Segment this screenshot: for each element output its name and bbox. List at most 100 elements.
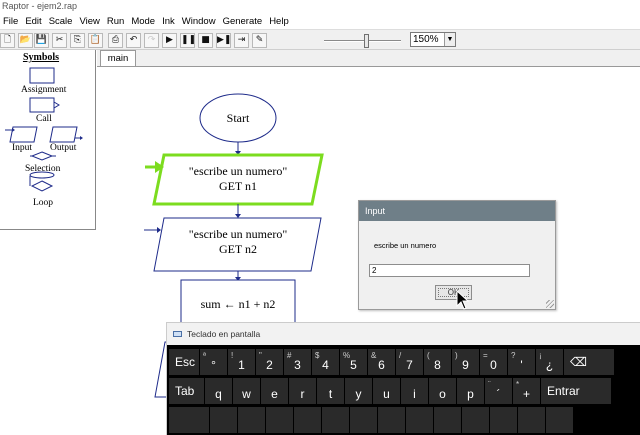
input-1-prompt: "escribe un numero" xyxy=(189,164,288,178)
key-1[interactable]: ! 1 xyxy=(228,349,255,375)
keyboard-keys: Esc ª °! 1 " 2 #3 $4% 5 & 6/7(8) 9 = 0? ' ¡ ¿ ⌫ Tab q w e r t y u… xyxy=(167,345,640,435)
menu-view[interactable]: View xyxy=(76,14,103,29)
menu-scale[interactable]: Scale xyxy=(46,14,77,29)
resize-grip-icon[interactable] xyxy=(546,300,554,308)
key[interactable] xyxy=(169,407,209,433)
key[interactable] xyxy=(238,407,265,433)
selection-symbol-icon[interactable] xyxy=(30,151,56,161)
key-¿[interactable]: ¡ ¿ xyxy=(536,349,563,375)
menu-file[interactable]: File xyxy=(0,14,22,29)
key-t[interactable]: t xyxy=(317,378,344,404)
speed-slider-thumb[interactable] xyxy=(364,34,369,48)
menu-mode[interactable]: Mode xyxy=(128,14,159,29)
menu-ink[interactable]: Ink xyxy=(159,14,179,29)
key-label: Entrar xyxy=(547,384,580,398)
menu-edit[interactable]: Edit xyxy=(22,14,45,29)
key-o[interactable]: o xyxy=(429,378,456,404)
paste-icon[interactable]: 📋 xyxy=(88,33,103,48)
selection-label: Selection xyxy=(25,164,61,174)
step-icon[interactable]: ▶❚ xyxy=(216,33,231,48)
key-9[interactable]: ) 9 xyxy=(452,349,479,375)
key-e[interactable]: e xyxy=(261,378,288,404)
connector-arrow xyxy=(235,214,241,218)
key-7[interactable]: /7 xyxy=(396,349,423,375)
key[interactable] xyxy=(406,407,433,433)
dialog-input-field[interactable]: 2 xyxy=(369,264,530,277)
tab-main[interactable]: main xyxy=(100,50,136,66)
key[interactable] xyxy=(462,407,489,433)
key-0[interactable]: = 0 xyxy=(480,349,507,375)
key-4[interactable]: $4 xyxy=(312,349,339,375)
key[interactable] xyxy=(294,407,321,433)
call-symbol-icon[interactable] xyxy=(29,97,55,113)
assignment-label: Assignment xyxy=(21,85,67,95)
stop-icon[interactable]: ■ xyxy=(198,33,213,48)
menu-generate[interactable]: Generate xyxy=(220,14,267,29)
chevron-down-icon[interactable]: ▼ xyxy=(444,33,455,46)
input-symbol-icon[interactable] xyxy=(5,126,38,143)
assignment-symbol-icon[interactable] xyxy=(29,67,55,84)
key[interactable] xyxy=(490,407,517,433)
dialog-prompt: escribe un numero xyxy=(374,241,437,250)
key-i[interactable]: i xyxy=(401,378,428,404)
key-Tab[interactable]: Tab xyxy=(169,378,204,404)
key-5[interactable]: % 5 xyxy=(340,349,367,375)
new-file-icon[interactable]: 🗋 xyxy=(0,33,15,48)
key[interactable] xyxy=(322,407,349,433)
menu-help[interactable]: Help xyxy=(266,14,293,29)
key-8[interactable]: (8 xyxy=(424,349,451,375)
step-into-icon[interactable]: ⇥ xyxy=(234,33,249,48)
cut-icon[interactable]: ✂ xyxy=(52,33,67,48)
key-w[interactable]: w xyxy=(233,378,260,404)
key-y[interactable]: y xyxy=(345,378,372,404)
menu-window[interactable]: Window xyxy=(179,14,220,29)
call-label: Call xyxy=(36,114,52,124)
key-u[interactable]: u xyxy=(373,378,400,404)
key[interactable] xyxy=(434,407,461,433)
copy-icon[interactable]: ⎘ xyxy=(70,33,85,48)
open-folder-icon[interactable]: 📂 xyxy=(18,33,33,48)
mouse-cursor-icon xyxy=(456,290,470,310)
speed-slider[interactable] xyxy=(320,34,405,48)
key-r[interactable]: r xyxy=(289,378,316,404)
backspace-key-icon[interactable]: ⌫ xyxy=(564,349,614,375)
zoom-value: 150% xyxy=(413,34,439,45)
key-q[interactable]: q xyxy=(205,378,232,404)
key[interactable] xyxy=(266,407,293,433)
speed-slider-track xyxy=(324,40,401,42)
menu-run[interactable]: Run xyxy=(104,14,128,29)
key[interactable] xyxy=(378,407,405,433)
print-icon[interactable]: ⎙ xyxy=(108,33,123,48)
pen-icon[interactable]: ✎ xyxy=(252,33,267,48)
start-text: Start xyxy=(227,111,250,125)
key-°[interactable]: ª ° xyxy=(200,349,227,375)
play-icon[interactable]: ▶ xyxy=(162,33,177,48)
menu-bar: File Edit Scale View Run Mode Ink Window… xyxy=(0,14,640,29)
pause-icon[interactable]: ❚❚ xyxy=(180,33,196,48)
symbols-panel: Symbols Assignment Call Input Output Sel… xyxy=(0,50,96,230)
key[interactable] xyxy=(518,407,545,433)
key-Entrar[interactable]: Entrar xyxy=(541,378,611,404)
loop-symbol-icon[interactable] xyxy=(29,171,55,192)
key[interactable] xyxy=(546,407,573,433)
key-´[interactable]: ¨ ´ xyxy=(485,378,512,404)
key-3[interactable]: #3 xyxy=(284,349,311,375)
key-label: Tab xyxy=(175,384,195,398)
key-label: r xyxy=(300,387,305,401)
key[interactable] xyxy=(210,407,237,433)
input-label: Input xyxy=(12,143,33,153)
key-label: + xyxy=(522,387,530,401)
key-2[interactable]: " 2 xyxy=(256,349,283,375)
key-'[interactable]: ? ' xyxy=(508,349,535,375)
key-+[interactable]: * + xyxy=(513,378,540,404)
key-p[interactable]: p xyxy=(457,378,484,404)
key-Esc[interactable]: Esc xyxy=(169,349,199,375)
undo-icon[interactable]: ↶ xyxy=(126,33,141,48)
key-6[interactable]: & 6 xyxy=(368,349,395,375)
output-symbol-icon[interactable] xyxy=(49,126,83,143)
key[interactable] xyxy=(350,407,377,433)
key-label: ' xyxy=(520,358,523,372)
redo-icon[interactable]: ↷ xyxy=(144,33,159,48)
zoom-select[interactable]: 150% ▼ xyxy=(410,32,456,47)
save-icon[interactable]: 💾 xyxy=(34,33,49,48)
